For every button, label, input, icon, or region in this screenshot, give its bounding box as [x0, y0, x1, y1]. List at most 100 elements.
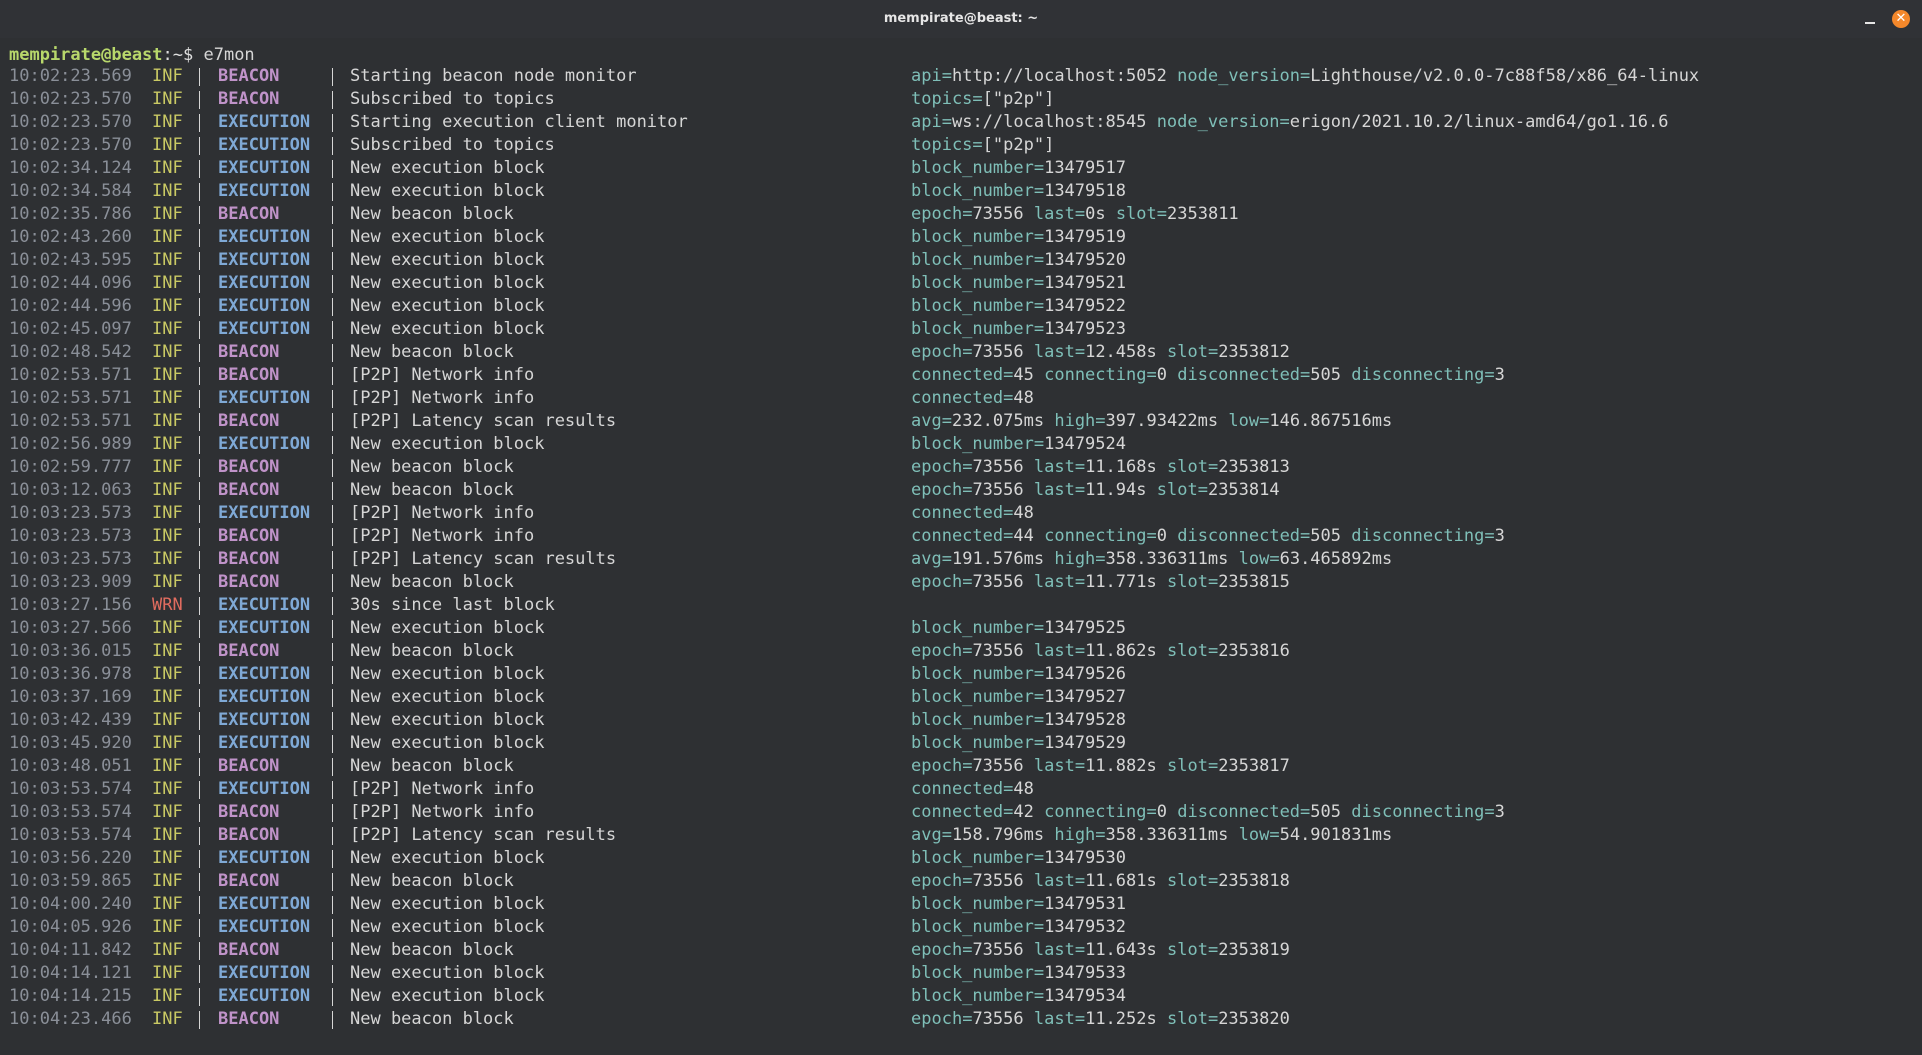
log-source: BEACON	[218, 457, 280, 477]
log-row: 10:03:23.573 INF BEACON [P2P] Network info c…	[0, 525, 1922, 548]
log-level: INF	[152, 549, 183, 569]
field-value: 505	[1310, 526, 1342, 546]
log-fields: block_number=13479534	[911, 986, 1126, 1006]
log-source: EXECUTION	[218, 917, 311, 937]
field-value: erigon/2021.10.2/linux-amd64/go1.16.6	[1289, 112, 1669, 132]
log-fields: block_number=13479523	[911, 319, 1126, 339]
close-button[interactable]: ✕	[1892, 10, 1910, 28]
log-level: INF	[152, 135, 183, 155]
field-value: 191.576ms	[951, 549, 1045, 569]
log-level: INF	[152, 388, 183, 408]
log-row: 10:03:23.909 INF BEACON New beacon block epo…	[0, 571, 1922, 594]
log-timestamp: 10:03:53.574	[9, 779, 132, 799]
log-source: EXECUTION	[218, 227, 311, 247]
column-separator	[332, 183, 333, 201]
column-separator	[332, 689, 333, 707]
log-fields: epoch=73556 last=11.771s slot=2353815	[911, 572, 1290, 592]
log-timestamp: 10:04:00.240	[9, 894, 132, 914]
window-title: mempirate@beast: ~	[883, 11, 1039, 26]
log-message: New execution block	[350, 273, 545, 293]
column-separator	[199, 965, 200, 983]
column-separator	[199, 735, 200, 753]
log-timestamp: 10:04:14.121	[9, 963, 132, 983]
field-value: 13479529	[1044, 733, 1126, 753]
log-source: EXECUTION	[218, 250, 311, 270]
column-separator	[199, 896, 200, 914]
log-row: 10:02:59.777 INF BEACON New beacon block epo…	[0, 456, 1922, 479]
log-message: New execution block	[350, 319, 545, 339]
column-separator	[332, 620, 333, 638]
field-value: 2353820	[1218, 1009, 1290, 1029]
log-source: EXECUTION	[218, 618, 311, 638]
log-source: BEACON	[218, 572, 280, 592]
column-separator	[199, 482, 200, 500]
log-timestamp: 10:03:45.920	[9, 733, 132, 753]
field-key: disconnected	[1177, 365, 1301, 385]
log-source: EXECUTION	[218, 779, 311, 799]
field-value: 0	[1156, 526, 1167, 546]
log-row: 10:03:42.439 INF EXECUTION New execution bl…	[0, 709, 1922, 732]
minimize-button[interactable]	[1860, 9, 1880, 29]
column-separator	[332, 850, 333, 868]
column-separator	[199, 275, 200, 293]
log-fields: block_number=13479532	[911, 917, 1126, 937]
column-separator	[332, 597, 333, 615]
log-level: INF	[152, 365, 183, 385]
field-value: 48	[1013, 388, 1034, 408]
column-separator	[332, 896, 333, 914]
log-message: [P2P] Latency scan results	[350, 825, 617, 845]
terminal-output[interactable]: mempirate@beast:~$ e7mon 10:02:23.569 INF…	[0, 38, 1922, 1055]
log-level: INF	[152, 319, 183, 339]
field-key: block_number	[911, 894, 1034, 914]
field-value: 2353815	[1218, 572, 1290, 592]
log-level: INF	[152, 480, 183, 500]
log-source: EXECUTION	[218, 273, 311, 293]
log-source: EXECUTION	[218, 710, 311, 730]
field-key: block_number	[911, 181, 1034, 201]
field-value: 3	[1494, 802, 1505, 822]
log-timestamp: 10:03:27.156	[9, 595, 132, 615]
column-separator	[199, 551, 200, 569]
field-value: ["p2p"]	[982, 89, 1055, 109]
field-key: last	[1033, 641, 1075, 661]
log-fields: block_number=13479525	[911, 618, 1126, 638]
field-key: epoch	[911, 480, 963, 500]
log-level: INF	[152, 940, 183, 960]
log-timestamp: 10:02:23.570	[9, 135, 132, 155]
column-separator	[332, 252, 333, 270]
log-message: New execution block	[350, 687, 545, 707]
log-message: New execution block	[350, 710, 545, 730]
column-separator	[199, 137, 200, 155]
field-key: slot	[1166, 871, 1208, 891]
field-key: last	[1033, 1009, 1075, 1029]
column-separator	[332, 137, 333, 155]
log-fields: api=http://localhost:5052 node_version=L…	[911, 66, 1700, 86]
log-message: [P2P] Latency scan results	[350, 549, 617, 569]
field-key: last	[1033, 572, 1075, 592]
log-message: New execution block	[350, 250, 545, 270]
log-level: INF	[152, 733, 183, 753]
field-key: epoch	[911, 641, 963, 661]
title-bar[interactable]: mempirate@beast: ~ ✕	[0, 0, 1922, 39]
log-fields: connected=42 connecting=0 disconnected=5…	[911, 802, 1505, 822]
column-separator	[199, 574, 200, 592]
log-fields: block_number=13479530	[911, 848, 1126, 868]
log-timestamp: 10:02:45.097	[9, 319, 132, 339]
log-level: INF	[152, 825, 183, 845]
column-separator	[199, 68, 200, 86]
field-value: 358.336311ms	[1105, 825, 1229, 845]
field-value: 3	[1494, 526, 1505, 546]
field-value: 0	[1156, 802, 1167, 822]
log-row: 10:02:53.571 INF BEACON [P2P] Latency scan …	[0, 410, 1922, 433]
field-key: topics	[911, 89, 973, 109]
field-key: connected	[911, 779, 1004, 799]
log-level: WRN	[152, 595, 183, 615]
log-message: Starting beacon node monitor	[350, 66, 637, 86]
field-key: low	[1228, 411, 1260, 431]
log-row: 10:03:37.169 INF EXECUTION New execution bl…	[0, 686, 1922, 709]
field-value: 73556	[972, 641, 1024, 661]
field-key: block_number	[911, 963, 1034, 983]
field-key: epoch	[911, 342, 963, 362]
terminal-window: mempirate@beast: ~ ✕ mempirate@beast:~$ …	[0, 0, 1922, 1055]
field-value: 73556	[972, 204, 1024, 224]
